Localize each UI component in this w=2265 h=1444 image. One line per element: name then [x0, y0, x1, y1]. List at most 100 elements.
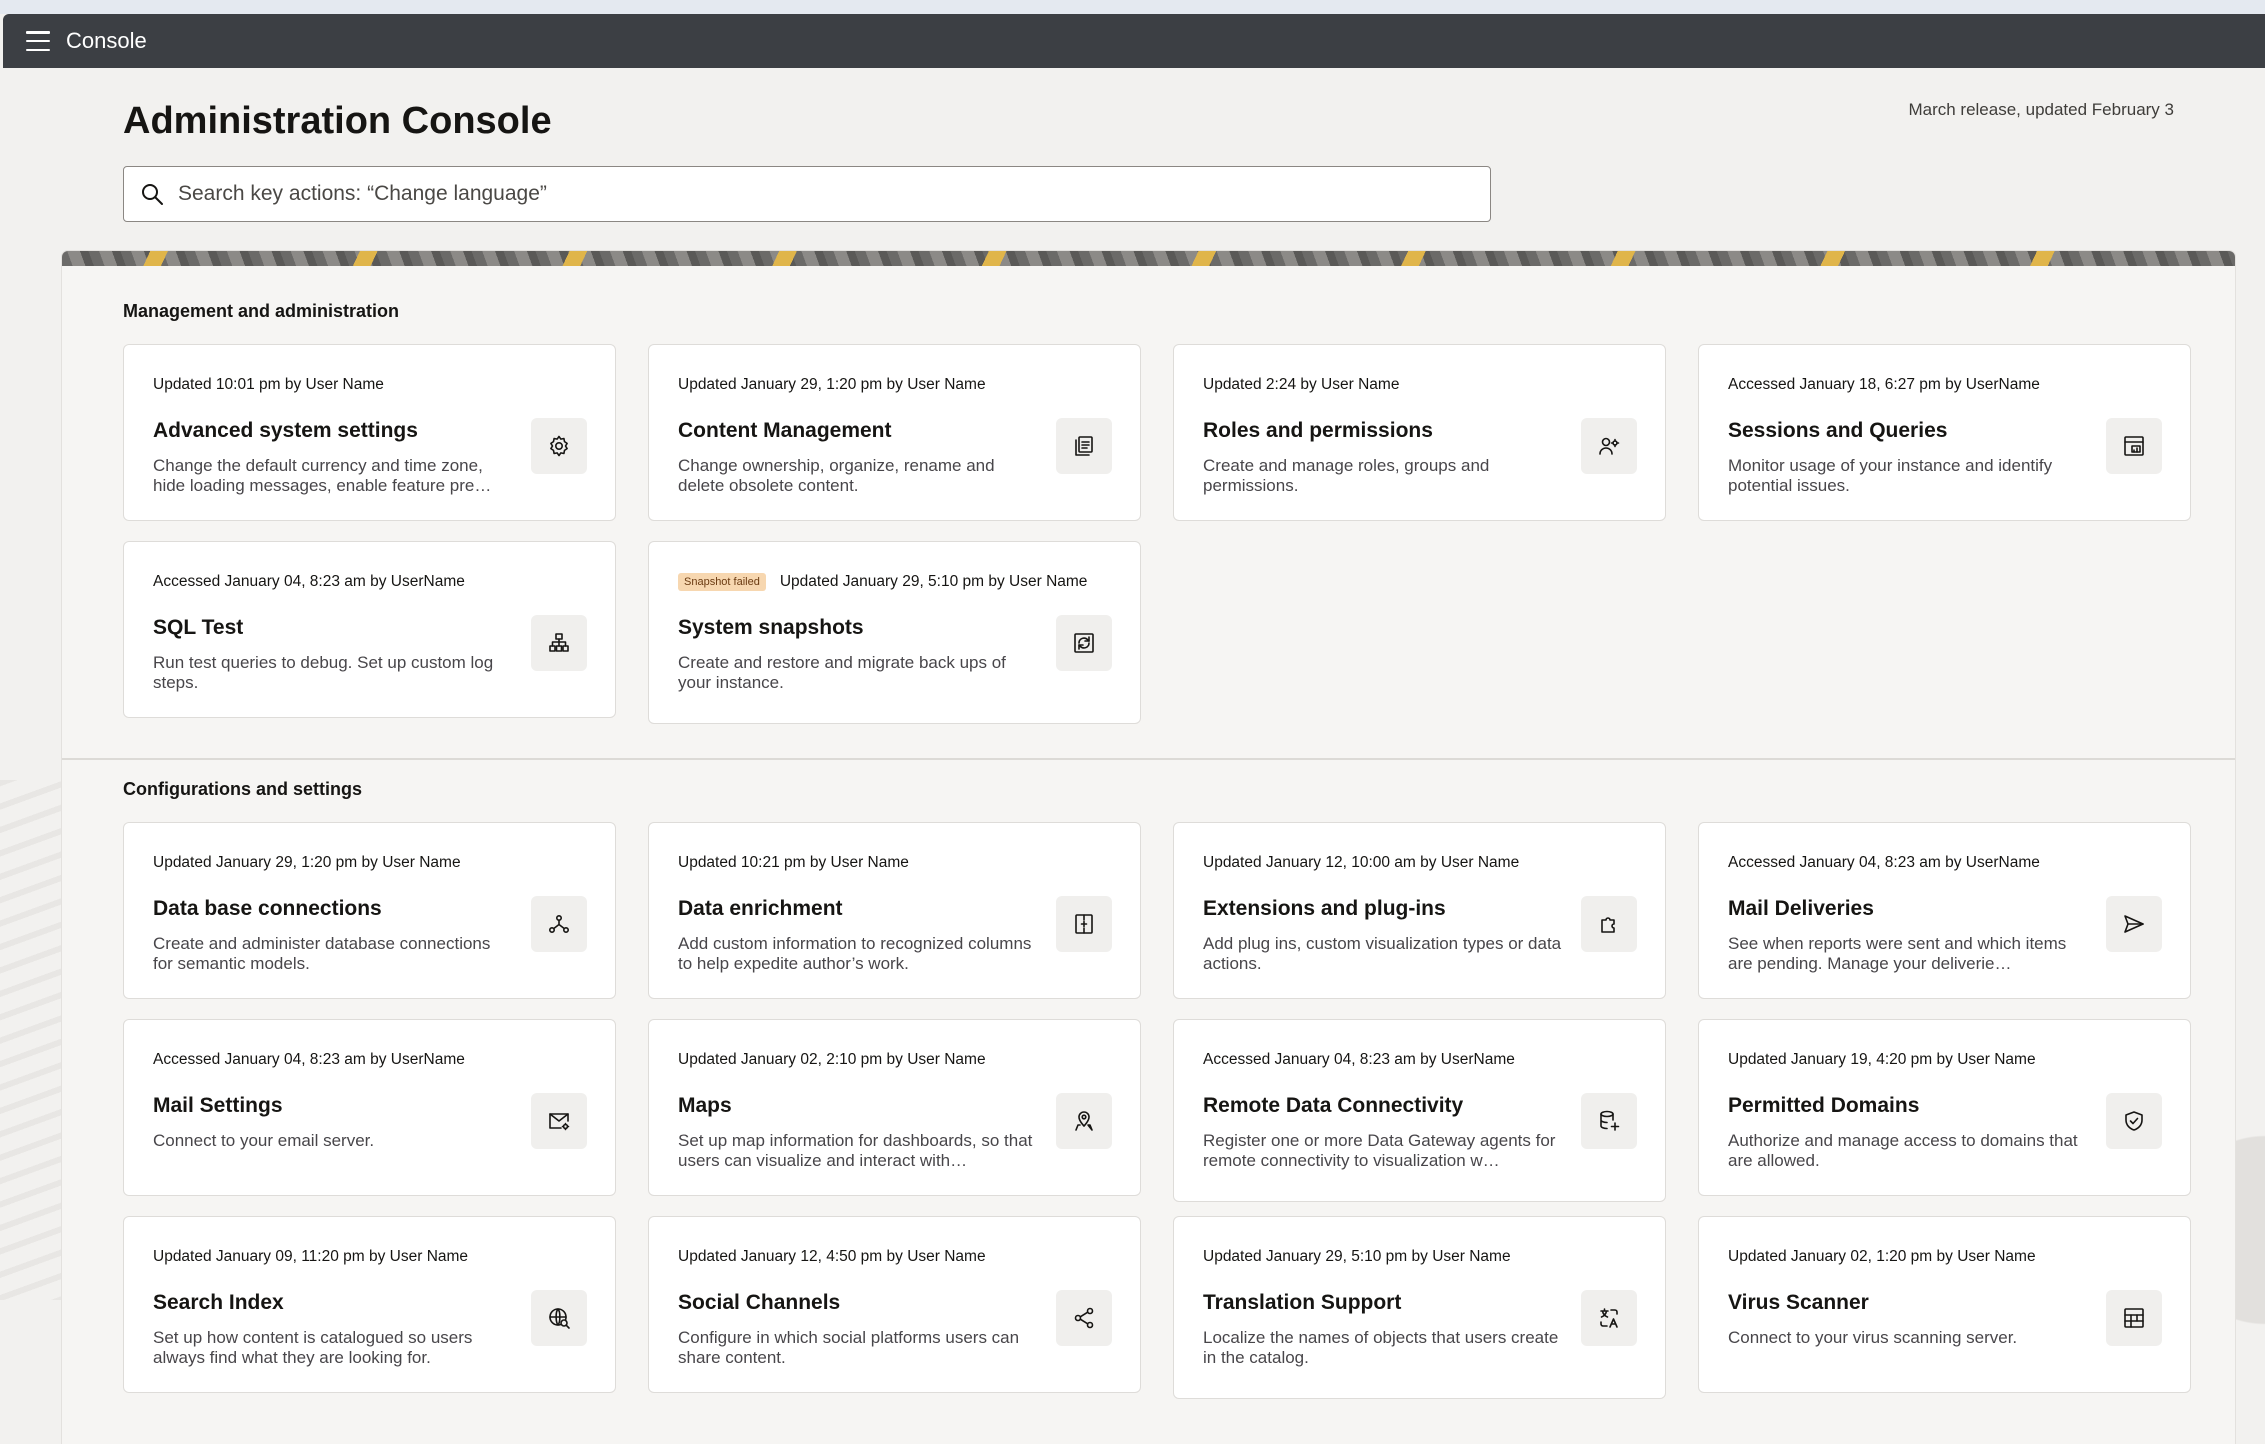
card-permitted-domains[interactable]: Updated January 19, 4:20 pm by User Name… [1698, 1019, 2191, 1196]
card-title: Translation Support [1203, 1291, 1402, 1314]
card-meta-text: Accessed January 04, 8:23 am by UserName [153, 573, 465, 590]
card-meta-text: Updated January 29, 5:10 pm by User Name [1203, 1248, 1511, 1265]
card-title: Social Channels [678, 1291, 841, 1314]
status-badge: Snapshot failed [678, 573, 766, 591]
card-description: Create and administer database connectio… [153, 934, 491, 973]
card-social-channels[interactable]: Updated January 12, 4:50 pm by User Name… [648, 1216, 1141, 1393]
card-description: Change the default currency and time zon… [153, 456, 492, 495]
card-description: Create and restore and migrate back ups … [678, 653, 1006, 692]
card-meta-text: Updated January 09, 11:20 pm by User Nam… [153, 1248, 469, 1265]
share-icon [1056, 1290, 1112, 1346]
card-advanced-system-settings[interactable]: Updated 10:01 pm by User Name Advanced sy… [123, 344, 616, 521]
card-title: Advanced system settings [153, 419, 418, 442]
section-title-configurations: Configurations and settings [123, 779, 363, 799]
decorative-banner [62, 251, 2235, 266]
top-navigation-bar: Console [3, 14, 2265, 68]
card-description: Set up how content is catalogued so user… [153, 1328, 473, 1367]
card-description: Register one or more Data Gateway agents… [1203, 1131, 1556, 1170]
card-meta: Updated 10:01 pm by User Name [153, 376, 384, 394]
card-description: Set up map information for dashboards, s… [678, 1131, 1033, 1170]
page-top-strip [0, 0, 2265, 14]
card-sql-test[interactable]: Accessed January 04, 8:23 am by UserName… [123, 541, 616, 718]
card-content-management[interactable]: Updated January 29, 1:20 pm by User Name… [648, 344, 1141, 521]
puzzle-icon [1581, 896, 1637, 952]
card-meta-text: Accessed January 04, 8:23 am by UserName [1203, 1051, 1515, 1068]
card-system-snapshots[interactable]: Snapshot failed Updated January 29, 5:10 … [648, 541, 1141, 724]
card-roles-and-permissions[interactable]: Updated 2:24 by User Name Roles and permi… [1173, 344, 1666, 521]
card-meta: Accessed January 04, 8:23 am by UserName [1203, 1051, 1515, 1069]
globe-search-icon [531, 1290, 587, 1346]
card-description: Connect to your email server. [153, 1131, 375, 1150]
card-meta: Updated January 12, 10:00 am by User Nam… [1203, 854, 1519, 872]
gear-icon [531, 418, 587, 474]
card-virus-scanner[interactable]: Updated January 02, 1:20 pm by User Name… [1698, 1216, 2191, 1393]
card-mail-settings[interactable]: Accessed January 04, 8:23 am by UserName… [123, 1019, 616, 1196]
card-description: Authorize and manage access to domains t… [1728, 1131, 2078, 1170]
card-title: Sessions and Queries [1728, 419, 1948, 442]
send-icon [2106, 896, 2162, 952]
card-data-base-connections[interactable]: Updated January 29, 1:20 pm by User Name… [123, 822, 616, 999]
card-search-index[interactable]: Updated January 09, 11:20 pm by User Nam… [123, 1216, 616, 1393]
card-meta-text: Updated January 02, 1:20 pm by User Name [1728, 1248, 2036, 1265]
scanner-grid-icon [2106, 1290, 2162, 1346]
database-add-icon [1581, 1093, 1637, 1149]
card-title: Mail Deliveries [1728, 897, 1874, 920]
release-note: March release, updated February 3 [1908, 100, 2174, 119]
hierarchy-icon [531, 615, 587, 671]
card-meta-text: Updated 10:21 pm by User Name [678, 854, 909, 871]
card-meta-text: Accessed January 04, 8:23 am by UserName [153, 1051, 465, 1068]
card-meta-text: Updated 2:24 by User Name [1203, 376, 1400, 393]
section-divider [62, 758, 2235, 760]
card-description: Create and manage roles, groups and perm… [1203, 456, 1490, 495]
card-description: Monitor usage of your instance and ident… [1728, 456, 2053, 495]
content-panel: Management and administration Configurat… [62, 251, 2235, 1444]
card-title: Search Index [153, 1291, 284, 1314]
card-title: Permitted Domains [1728, 1094, 1920, 1117]
search-input[interactable] [178, 182, 1458, 206]
mail-settings-icon [531, 1093, 587, 1149]
card-title: Virus Scanner [1728, 1291, 1869, 1314]
card-description: Connect to your virus scanning server. [1728, 1328, 2018, 1347]
card-meta: Updated 10:21 pm by User Name [678, 854, 909, 872]
card-description: Add custom information to recognized col… [678, 934, 1032, 973]
map-pin-icon [1056, 1093, 1112, 1149]
search-icon [142, 184, 163, 205]
card-maps[interactable]: Updated January 02, 2:10 pm by User Name… [648, 1019, 1141, 1196]
card-data-enrichment[interactable]: Updated 10:21 pm by User Name Data enrich… [648, 822, 1141, 999]
user-settings-icon [1581, 418, 1637, 474]
card-title: Remote Data Connectivity [1203, 1094, 1464, 1117]
card-meta: Updated January 02, 2:10 pm by User Name [678, 1051, 986, 1069]
connections-icon [531, 896, 587, 952]
card-meta: Updated January 29, 1:20 pm by User Name [153, 854, 461, 872]
card-remote-data-connectivity[interactable]: Accessed January 04, 8:23 am by UserName… [1173, 1019, 1666, 1202]
monitor-report-icon [2106, 418, 2162, 474]
search-box[interactable] [123, 166, 1491, 222]
card-title: Data base connections [153, 897, 382, 920]
card-meta-text: Accessed January 04, 8:23 am by UserName [1728, 854, 2040, 871]
enrich-icon [1056, 896, 1112, 952]
card-title: Mail Settings [153, 1094, 283, 1117]
card-meta-text: Updated January 29, 1:20 pm by User Name [153, 854, 461, 871]
card-meta-text: Updated January 02, 2:10 pm by User Name [678, 1051, 986, 1068]
card-sessions-and-queries[interactable]: Accessed January 18, 6:27 pm by UserName… [1698, 344, 2191, 521]
card-meta: Updated January 02, 1:20 pm by User Name [1728, 1248, 2036, 1266]
card-title: SQL Test [153, 616, 244, 639]
card-title: Data enrichment [678, 897, 843, 920]
card-description: See when reports were sent and which ite… [1728, 934, 2067, 973]
card-extensions-and-plug-ins[interactable]: Updated January 12, 10:00 am by User Nam… [1173, 822, 1666, 999]
card-title: Roles and permissions [1203, 419, 1433, 442]
card-title: Extensions and plug-ins [1203, 897, 1446, 920]
card-meta: Updated January 19, 4:20 pm by User Name [1728, 1051, 2036, 1069]
card-meta: Accessed January 04, 8:23 am by UserName [1728, 854, 2040, 872]
card-meta: Snapshot failed Updated January 29, 5:10 … [678, 573, 1087, 591]
card-meta-text: Updated January 29, 1:20 pm by User Name [678, 376, 986, 393]
card-meta: Accessed January 04, 8:23 am by UserName [153, 573, 465, 591]
card-meta: Updated 2:24 by User Name [1203, 376, 1399, 394]
card-mail-deliveries[interactable]: Accessed January 04, 8:23 am by UserName… [1698, 822, 2191, 999]
card-translation-support[interactable]: Updated January 29, 5:10 pm by User Name… [1173, 1216, 1666, 1399]
card-meta: Updated January 12, 4:50 pm by User Name [678, 1248, 986, 1266]
card-description: Add plug ins, custom visualization types… [1203, 934, 1562, 973]
hamburger-menu-icon[interactable] [26, 31, 50, 51]
card-meta-text: Updated 10:01 pm by User Name [153, 376, 384, 393]
card-meta-text: Updated January 12, 4:50 pm by User Name [678, 1248, 986, 1265]
